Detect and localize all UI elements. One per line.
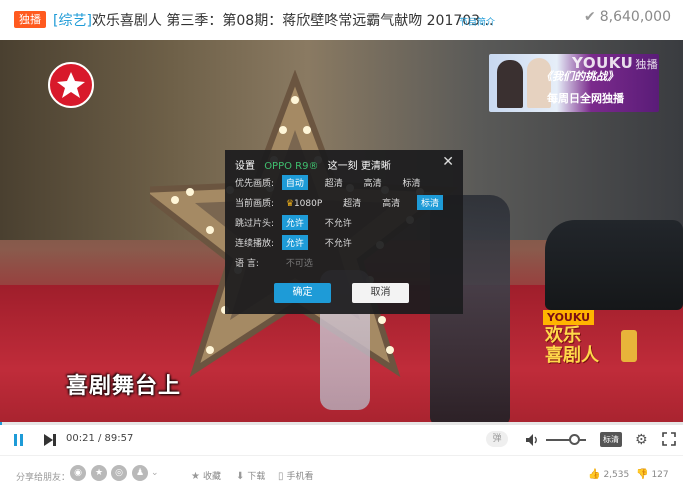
dialog-slogan: 这一刻 更清晰 — [327, 161, 391, 172]
watermark-sub: 独播 — [635, 58, 659, 71]
watermark-brand: YOUKU — [572, 54, 634, 72]
option-1080p[interactable]: ♛1080P — [282, 198, 326, 210]
autoplay-row: 连续播放: 允许 不允许 — [235, 235, 366, 250]
like-button[interactable]: 👍 2,535 — [588, 469, 629, 480]
dialog-header: 设置 OPPO R9® 这一刻 更清晰 — [235, 157, 391, 172]
close-icon[interactable]: ✕ — [442, 154, 454, 170]
qzone-icon[interactable]: ★ — [91, 465, 107, 481]
collect-button[interactable]: ★ 收藏 — [191, 469, 221, 482]
option-disallow[interactable]: 不允许 — [321, 235, 356, 250]
dislike-count: 127 — [651, 470, 669, 480]
promo-schedule: 每周日全网独播 — [547, 92, 624, 105]
current-quality-row: 当前画质: ♛1080P 超清 高清 标清 — [235, 195, 453, 210]
download-icon: ⬇ — [236, 471, 245, 482]
option-allow[interactable]: 允许 — [281, 235, 308, 250]
fullscreen-icon[interactable] — [662, 432, 676, 446]
dragon-tv-logo — [48, 62, 94, 108]
video-title: [综艺]欢乐喜剧人 第三季：第08期：蒋欣壁咚常远霸气献吻 201703... — [53, 10, 493, 30]
mobile-label: 手机看 — [286, 472, 314, 482]
option-allow[interactable]: 允许 — [281, 215, 308, 230]
weibo-icon[interactable]: ◎ — [111, 465, 127, 481]
exclusive-badge: 独播 — [14, 11, 46, 28]
star-icon — [57, 72, 85, 98]
volume-slider[interactable] — [546, 439, 586, 441]
gear-icon[interactable]: ⚙ — [635, 432, 648, 448]
thumbs-up-icon: 👍 — [588, 469, 601, 480]
pause-icon[interactable] — [14, 434, 24, 446]
view-count-value: 8,640,000 — [599, 9, 671, 25]
option-sd[interactable]: 标清 — [416, 195, 443, 210]
promo-host-1 — [497, 60, 523, 108]
preferred-quality-row: 优先画质: 自动 超清 高清 标清 — [235, 175, 435, 190]
season-mark — [621, 330, 637, 362]
option-disallow[interactable]: 不允许 — [321, 215, 356, 230]
thumbs-down-icon: 👎 — [636, 469, 649, 480]
star-icon: ★ — [191, 471, 200, 482]
title-bar: 独播 [综艺]欢乐喜剧人 第三季：第08期：蒋欣壁咚常远霸气献吻 201703.… — [0, 0, 683, 40]
dislike-button[interactable]: 👎 127 — [636, 469, 669, 480]
download-button[interactable]: ⬇ 下载 — [236, 469, 265, 482]
category-tag[interactable]: [综艺] — [53, 13, 92, 29]
chevron-down-icon[interactable]: ⌄ — [151, 468, 159, 478]
option-unavailable: 不可选 — [285, 259, 313, 269]
crown-icon: ♛ — [285, 199, 294, 209]
share-label: 分享给朋友： — [16, 473, 71, 483]
option-hd[interactable]: 高清 — [360, 175, 386, 190]
option-auto[interactable]: 自动 — [281, 175, 308, 190]
wechat-icon[interactable]: ◉ — [70, 465, 86, 481]
play-count-icon: ✔ — [584, 9, 596, 25]
dialog-title: 设置 — [235, 161, 255, 172]
collect-label: 收藏 — [202, 472, 221, 482]
video-subtitle: 喜剧舞台上 — [66, 374, 182, 399]
video-title-text: 欢乐喜剧人 第三季：第08期：蒋欣壁咚常远霸气献吻 201703... — [91, 13, 494, 29]
youku-watermark: YOUKU 独播 — [572, 54, 658, 72]
settings-dialog: 设置 OPPO R9® 这一刻 更清晰 ✕ 优先画质: 自动 超清 高清 标清 … — [225, 150, 463, 314]
cancel-button[interactable]: 取消 — [352, 283, 409, 303]
volume-icon[interactable] — [525, 433, 539, 447]
qq-icon[interactable]: ♟ — [132, 465, 148, 481]
row-label: 连续播放: — [235, 239, 275, 249]
download-label: 下载 — [247, 472, 266, 482]
option-super-hd[interactable]: 超清 — [339, 195, 365, 210]
phone-icon: ▯ — [278, 471, 284, 482]
car — [545, 220, 683, 310]
confirm-button[interactable]: 确定 — [274, 283, 331, 303]
row-label: 当前画质: — [235, 199, 275, 209]
language-row: 语 言: 不可选 — [235, 255, 327, 269]
row-label: 优先画质: — [235, 179, 275, 189]
mobile-watch-button[interactable]: ▯ 手机看 — [278, 469, 314, 482]
show-logo-name: 欢乐 喜剧人 — [545, 325, 599, 366]
player-controls: 00:21 / 89:57 弹 标清 ⚙ — [0, 425, 683, 455]
volume-slider-handle[interactable] — [569, 434, 580, 445]
option-super-hd[interactable]: 超清 — [321, 175, 347, 190]
next-icon[interactable] — [44, 434, 56, 446]
time-display: 00:21 / 89:57 — [66, 433, 134, 444]
option-sd[interactable]: 标清 — [399, 175, 425, 190]
show-logo-brand: YOUKU — [543, 310, 595, 325]
like-count: 2,535 — [603, 470, 630, 480]
row-label: 跳过片头: — [235, 219, 275, 229]
option-1080p-label: 1080P — [293, 199, 323, 209]
option-hd[interactable]: 高清 — [378, 195, 404, 210]
show-logo: YOUKU 欢乐 喜剧人 — [543, 310, 639, 376]
quality-button[interactable]: 标清 — [600, 432, 622, 447]
view-count: ✔ 8,640,000 — [584, 9, 671, 25]
intro-link[interactable]: 节目简介 — [459, 15, 495, 28]
dialog-sponsor: OPPO R9® — [264, 161, 319, 172]
row-label: 语 言: — [235, 259, 259, 269]
skip-intro-row: 跳过片头: 允许 不允许 — [235, 215, 366, 230]
danmu-toggle[interactable]: 弹 — [486, 431, 508, 447]
share-bar: 分享给朋友： ◉ ★ ◎ ♟ ⌄ ★ 收藏 ⬇ 下载 ▯ 手机看 👍 2,535 👎 12… — [0, 455, 683, 496]
